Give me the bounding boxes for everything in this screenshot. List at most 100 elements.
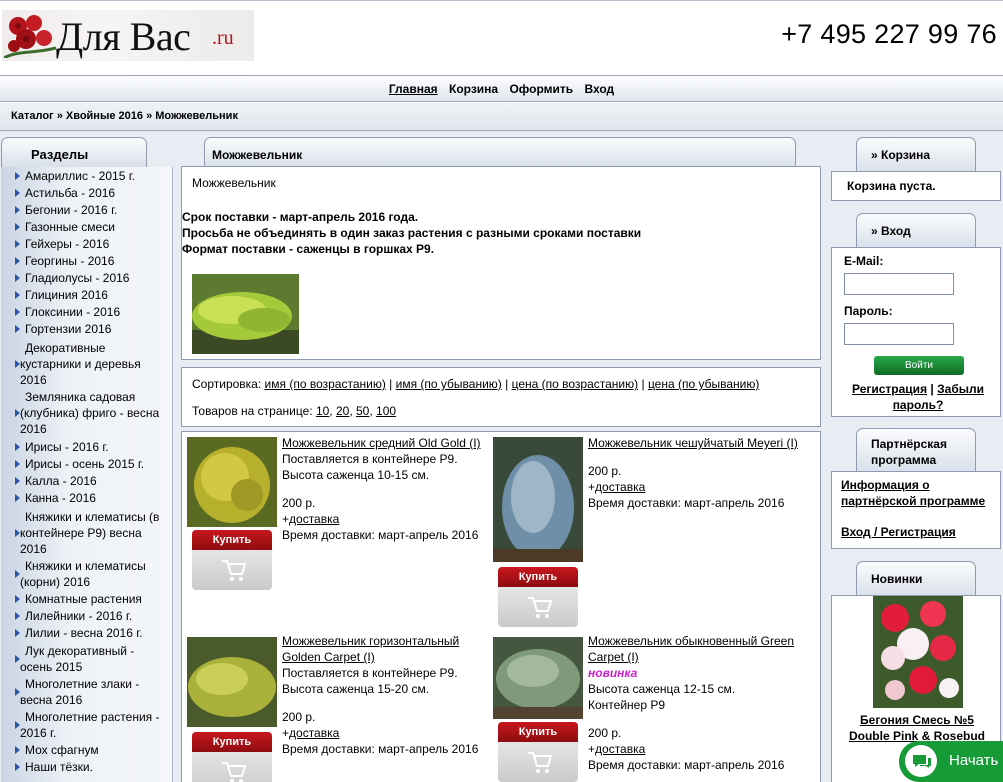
product-price: 200 р. (588, 726, 622, 740)
triangle-right-icon (15, 308, 20, 316)
per-page-10-link[interactable]: 10 (316, 404, 329, 418)
sidebar-item[interactable]: Многолетние злаки - весна 2016 (11, 676, 169, 708)
brand-name: Для Вас (56, 14, 191, 59)
delivery-row: +доставка (282, 726, 340, 740)
product-image[interactable] (187, 637, 277, 727)
brand-tld: .ru (212, 27, 234, 49)
nav-cart-link[interactable]: Корзина (449, 82, 498, 96)
product-info: Можжевельник чешуйчатый Meyeri (I) 200 р… (588, 435, 816, 511)
nav-login-link[interactable]: Вход (584, 82, 614, 96)
product-price: 200 р. (282, 710, 316, 724)
buy-button[interactable]: Купить (192, 530, 272, 590)
link-separator: | (930, 382, 934, 396)
site-logo[interactable]: Для Вас .ru (2, 10, 254, 61)
product-image[interactable] (493, 437, 583, 562)
sort-options: Сортировка: имя (по возрастанию) | имя (… (192, 377, 760, 391)
sidebar-item[interactable]: Глоксинии - 2016 (11, 304, 169, 321)
sidebar-item[interactable]: Калла - 2016 (11, 473, 169, 490)
partner-info-link[interactable]: Информация о партнёрской программе (841, 477, 991, 509)
product-description: Высота саженца 12-15 см. (588, 682, 736, 696)
sidebar-item[interactable]: Ирисы - осень 2015 г. (11, 456, 169, 473)
sidebar-item[interactable]: Георгины - 2016 (11, 253, 169, 270)
sidebar-item[interactable]: Княжики и клематисы (корни) 2016 (11, 558, 169, 590)
triangle-right-icon (15, 655, 20, 663)
breadcrumb-catalog[interactable]: Каталог (11, 110, 54, 122)
sort-name-asc-link[interactable]: имя (по возрастанию) (265, 377, 386, 391)
product-description: Контейнер Р9 (588, 698, 666, 712)
delivery-link[interactable]: доставка (595, 480, 645, 494)
triangle-right-icon (15, 206, 20, 214)
sidebar-item[interactable]: Астильба - 2016 (11, 185, 169, 202)
sort-name-desc-link[interactable]: имя (по убыванию) (396, 377, 502, 391)
sidebar-item[interactable]: Гладиолусы - 2016 (11, 270, 169, 287)
partner-login-link[interactable]: Вход / Регистрация (841, 525, 956, 539)
sidebar-item[interactable]: Лилейники - 2016 г. (11, 608, 169, 625)
sidebar-item[interactable]: Канна - 2016 (11, 490, 169, 507)
cart-panel: Корзина пуста. (831, 171, 1001, 201)
delivery-row: +доставка (588, 742, 646, 756)
buy-button-label: Купить (192, 732, 272, 752)
per-page-20-link[interactable]: 20 (336, 404, 349, 418)
news-product-link[interactable]: Бегония Смесь №5 Double Pink & Rosebud (842, 712, 992, 744)
partner-panel: Информация о партнёрской программе Вход … (831, 471, 1001, 549)
triangle-right-icon (15, 443, 20, 451)
chat-widget-button[interactable]: Начать (899, 741, 1003, 782)
sidebar-item[interactable]: Глициния 2016 (11, 287, 169, 304)
cart-icon (222, 560, 246, 581)
per-page-selector: Товаров на странице: 10, 20, 50, 100 (192, 404, 397, 418)
sidebar-item[interactable]: Комнатные растения (11, 591, 169, 608)
delivery-link[interactable]: доставка (289, 726, 339, 740)
breadcrumb-current[interactable]: Можжевельник (155, 110, 238, 122)
sidebar-item[interactable]: Наши тёзки. (11, 759, 169, 776)
breadcrumb-conifers[interactable]: Хвойные 2016 (66, 110, 143, 122)
per-page-50-link[interactable]: 50 (356, 404, 369, 418)
sidebar-item[interactable]: Декоративные кустарники и деревья 2016 (11, 340, 169, 388)
sidebar-item[interactable]: Земляника садовая (клубника) фриго - вес… (11, 389, 169, 437)
cart-icon (528, 597, 552, 618)
cart-icon (528, 752, 552, 773)
product-title-link[interactable]: Можжевельник горизонтальный Golden Carpe… (282, 633, 492, 665)
triangle-right-icon (15, 291, 20, 299)
sidebar-item[interactable]: Мох сфагнум (11, 742, 169, 759)
login-submit-button[interactable]: Войти (874, 356, 964, 375)
nav-home-link[interactable]: Главная (389, 82, 438, 96)
product-title-link[interactable]: Можжевельник средний Old Gold (I) (282, 435, 492, 451)
product-image[interactable] (493, 637, 583, 719)
triangle-right-icon (15, 360, 20, 368)
product-title-link[interactable]: Можжевельник чешуйчатый Meyeri (I) (588, 435, 816, 451)
sidebar-item[interactable]: Лук декоративный - осень 2015 (11, 643, 169, 675)
buy-button-label: Купить (498, 722, 578, 742)
sort-price-desc-link[interactable]: цена (по убыванию) (648, 377, 759, 391)
sidebar-item[interactable]: Бегонии - 2016 г. (11, 202, 169, 219)
password-field[interactable] (844, 323, 954, 345)
delivery-link[interactable]: доставка (289, 512, 339, 526)
product-image[interactable] (187, 437, 277, 527)
sidebar-item[interactable]: Гортензии 2016 (11, 321, 169, 338)
sidebar-item[interactable]: Ирисы - 2016 г. (11, 439, 169, 456)
sidebar-item[interactable]: Амариллис - 2015 г. (11, 168, 169, 185)
delivery-period-note: Срок поставки - март-апрель 2016 года. (182, 210, 419, 224)
delivery-link[interactable]: доставка (595, 742, 645, 756)
email-field[interactable] (844, 273, 954, 295)
triangle-right-icon (15, 189, 20, 197)
product-description: Поставляется в контейнере Р9. (282, 666, 458, 680)
sort-label: Сортировка: (192, 377, 262, 391)
buy-button[interactable]: Купить (192, 732, 272, 782)
news-product-image[interactable] (873, 596, 963, 708)
format-note: Формат поставки - саженцы в горшках Р9. (182, 242, 435, 256)
register-link[interactable]: Регистрация (852, 382, 927, 396)
sidebar-item[interactable]: Газонные смеси (11, 219, 169, 236)
nav-checkout-link[interactable]: Оформить (509, 82, 573, 96)
buy-button[interactable]: Купить (498, 722, 578, 782)
per-page-label: Товаров на странице: (192, 404, 313, 418)
breadcrumb: Каталог » Хвойные 2016 » Можжевельник (0, 103, 1003, 131)
product-title-link[interactable]: Можжевельник обыкновенный Green Carpet (… (588, 633, 816, 665)
sidebar-item[interactable]: Гейхеры - 2016 (11, 236, 169, 253)
top-nav: Главная Корзина Оформить Вход (0, 75, 1003, 102)
sidebar-item[interactable]: Лилии - весна 2016 г. (11, 625, 169, 642)
per-page-100-link[interactable]: 100 (376, 404, 396, 418)
sidebar-item[interactable]: Многолетние растения - 2016 г. (11, 709, 169, 741)
sidebar-item[interactable]: Княжики и клематисы (в контейнере Р9) ве… (11, 509, 169, 557)
buy-button[interactable]: Купить (498, 567, 578, 627)
sort-price-asc-link[interactable]: цена (по возрастанию) (512, 377, 639, 391)
